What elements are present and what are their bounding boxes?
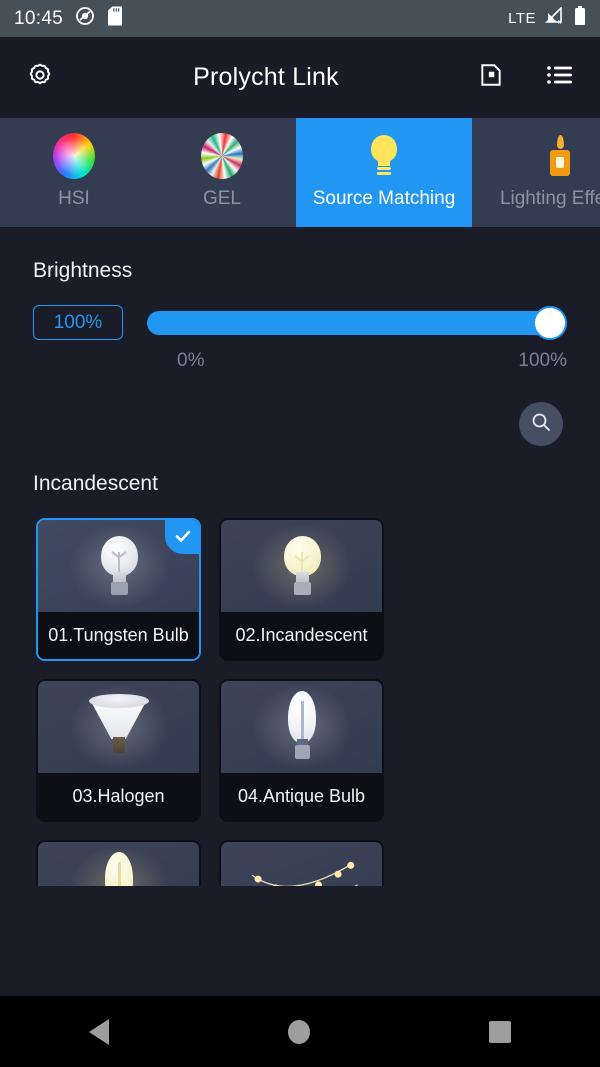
svg-text:x: x (558, 19, 562, 25)
brightness-row: 100% (0, 283, 600, 340)
preset-card[interactable]: 02.Incandescent (219, 518, 384, 661)
android-nav-bar (0, 996, 600, 1067)
preset-thumbnail (221, 842, 382, 886)
tab-lighting-effect[interactable]: Lighting Effect (472, 118, 600, 227)
light-bulb-icon (367, 130, 401, 182)
home-button[interactable] (287, 1019, 310, 1044)
battery-full-icon (574, 5, 586, 32)
gel-fan-icon (201, 130, 243, 182)
candle-icon (543, 130, 577, 182)
search-icon (530, 411, 552, 438)
mode-tab-bar[interactable]: HSI GEL Source Matching Lighting Effect … (0, 118, 600, 227)
slider-knob[interactable] (533, 305, 567, 340)
preset-label: 03.Halogen (38, 773, 199, 820)
tab-hsi-label: HSI (58, 188, 90, 209)
search-button[interactable] (519, 402, 563, 446)
recents-button[interactable] (488, 1020, 511, 1043)
slider-track[interactable] (147, 310, 567, 335)
preset-card[interactable]: 04.Antique Bulb (219, 679, 384, 822)
preset-grid: 01.Tungsten Bulb 02.Incandescent 03.Halo… (0, 496, 564, 886)
tab-source-matching[interactable]: Source Matching (296, 118, 472, 227)
tab-lighting-effect-label: Lighting Effect (499, 188, 600, 209)
preset-thumbnail (38, 681, 199, 773)
warm-antique-bulb-icon (38, 842, 199, 886)
preset-card[interactable]: 05.Warm Antique Bulb (36, 840, 201, 886)
preset-label: 01.Tungsten Bulb (38, 612, 199, 659)
brightness-title: Brightness (33, 259, 133, 282)
list-menu-icon[interactable] (546, 63, 574, 92)
signal-no-service-icon: x (545, 5, 565, 31)
tab-gel-label: GEL (202, 188, 242, 209)
slider-max-label: 100% (518, 350, 567, 371)
gear-icon[interactable] (26, 61, 54, 94)
library-section-title: Incandescent (33, 472, 158, 495)
preset-label: 04.Antique Bulb (221, 773, 382, 820)
brightness-value-input[interactable]: 100% (33, 305, 123, 340)
preset-thumbnail (38, 842, 199, 886)
do-not-disturb-icon (75, 6, 95, 32)
tab-source-matching-label: Source Matching (312, 188, 456, 209)
content-area: Brightness 100% 0% 100% Incandescent 01.… (0, 227, 600, 886)
save-icon[interactable] (478, 62, 504, 93)
slider-min-label: 0% (177, 350, 205, 371)
preset-card[interactable]: 03.Halogen (36, 679, 201, 822)
phone-screen: 10:45 LTE x Prolycht Link HSI GEL Source… (0, 0, 600, 1067)
page-title: Prolycht Link (193, 63, 339, 91)
preset-thumbnail (38, 520, 199, 612)
status-bar: 10:45 LTE x (0, 0, 600, 37)
color-wheel-icon (53, 130, 95, 182)
tab-hsi[interactable]: HSI (0, 118, 148, 227)
brightness-slider[interactable] (147, 305, 567, 340)
brightness-scale: 0% 100% (177, 350, 567, 372)
preset-thumbnail (221, 681, 382, 773)
preset-thumbnail (221, 520, 382, 612)
tab-gel[interactable]: GEL (148, 118, 296, 227)
antique-bulb-icon (221, 681, 382, 773)
preset-label: 02.Incandescent (221, 612, 382, 659)
preset-card[interactable]: 06.Christmas Lights (219, 840, 384, 886)
sd-card-icon (107, 6, 123, 32)
halogen-lamp-icon (38, 681, 199, 773)
app-bar: Prolycht Link (0, 37, 600, 118)
network-type-label: LTE (508, 10, 536, 27)
incandescent-bulb-icon (221, 520, 382, 612)
back-button[interactable] (89, 1018, 110, 1045)
status-time: 10:45 (14, 7, 64, 29)
christmas-lights-icon (221, 842, 382, 886)
selected-check-badge (165, 520, 199, 554)
preset-card[interactable]: 01.Tungsten Bulb (36, 518, 201, 661)
